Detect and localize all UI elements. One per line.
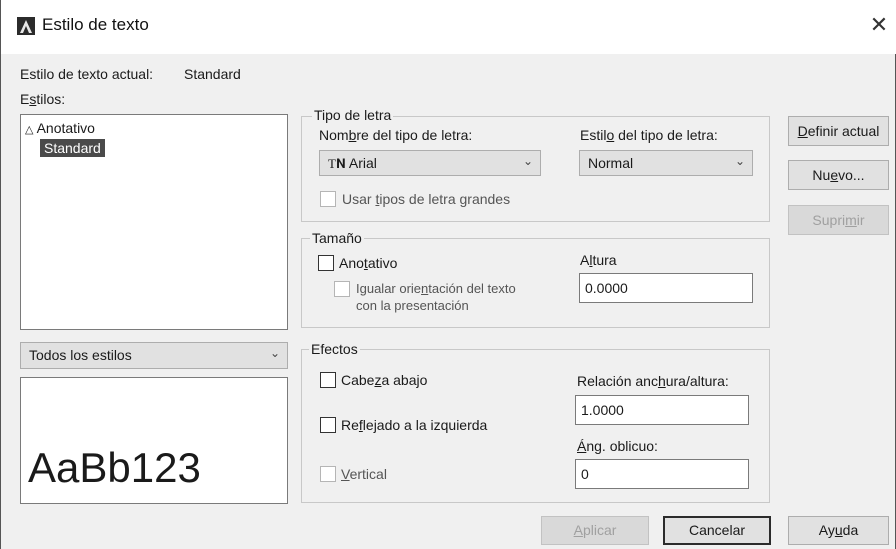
styles-list[interactable]: △ Anotativo Standard	[20, 114, 288, 330]
vertical-checkbox[interactable]	[320, 466, 336, 482]
oblique-angle-input[interactable]: 0	[575, 459, 749, 489]
match-orientation-checkbox[interactable]	[334, 281, 350, 297]
title-bar: Estilo de texto ✕	[1, 0, 896, 54]
backwards-label: Reflejado a la izquierda	[341, 417, 488, 433]
backwards-checkbox[interactable]	[320, 417, 336, 433]
size-group-title: Tamaño	[310, 230, 364, 246]
styles-filter-dropdown[interactable]: Todos los estilos ⌄	[20, 342, 288, 369]
font-name-label: Nombre del tipo de letra:	[319, 127, 473, 143]
styles-label: Estilos:	[20, 91, 66, 107]
preview-text: AaBb123	[28, 444, 201, 491]
current-style-value: Standard	[184, 66, 241, 82]
annotative-icon: △	[25, 124, 34, 136]
upside-down-checkbox[interactable]	[320, 372, 336, 388]
list-item[interactable]: △ Anotativo	[25, 120, 95, 136]
font-style-label: Estilo del tipo de letra:	[580, 127, 718, 143]
width-factor-label: Relación anchura/altura:	[577, 373, 729, 389]
annotative-label: Anotativo	[339, 255, 398, 271]
use-big-font-label: Usar tipos de letra grandes	[342, 191, 511, 207]
cancel-button[interactable]: Cancelar	[663, 516, 771, 545]
height-input[interactable]: 0.0000	[579, 273, 753, 303]
list-item-selected[interactable]: Standard	[40, 139, 105, 157]
use-big-font-checkbox[interactable]	[320, 191, 336, 207]
width-factor-input[interactable]: 1.0000	[575, 395, 749, 425]
autocad-app-icon	[17, 17, 35, 35]
text-style-dialog: Estilo de texto ✕ Estilo de texto actual…	[0, 0, 896, 549]
match-orientation-label: Igualar orientación del texto con la pre…	[356, 281, 516, 313]
height-label: Altura	[580, 252, 617, 268]
current-style-label: Estilo de texto actual:	[20, 66, 154, 82]
chevron-down-icon: ⌄	[269, 346, 280, 360]
annotative-checkbox[interactable]	[318, 255, 334, 271]
chevron-down-icon: ⌄	[734, 154, 745, 168]
help-button[interactable]: Ayuda	[788, 516, 889, 545]
apply-button[interactable]: Aplicar	[541, 516, 649, 545]
font-style-dropdown[interactable]: Normal ⌄	[579, 150, 753, 176]
oblique-angle-label: Áng. oblicuo:	[577, 438, 658, 454]
set-current-button[interactable]: Definir actual	[788, 116, 889, 146]
font-name-dropdown[interactable]: T𝐍 Arial ⌄	[319, 150, 541, 176]
truetype-icon: T𝐍	[328, 156, 346, 171]
vertical-label: Vertical	[341, 466, 387, 482]
new-button[interactable]: Nuevo...	[788, 160, 889, 190]
upside-down-label: Cabeza abajo	[341, 372, 428, 388]
chevron-down-icon: ⌄	[522, 154, 533, 168]
window-title: Estilo de texto	[42, 15, 149, 34]
effects-group-title: Efectos	[309, 341, 360, 357]
close-icon[interactable]: ✕	[865, 10, 893, 40]
font-group-title: Tipo de letra	[312, 107, 394, 123]
delete-button[interactable]: Suprimir	[788, 205, 889, 235]
